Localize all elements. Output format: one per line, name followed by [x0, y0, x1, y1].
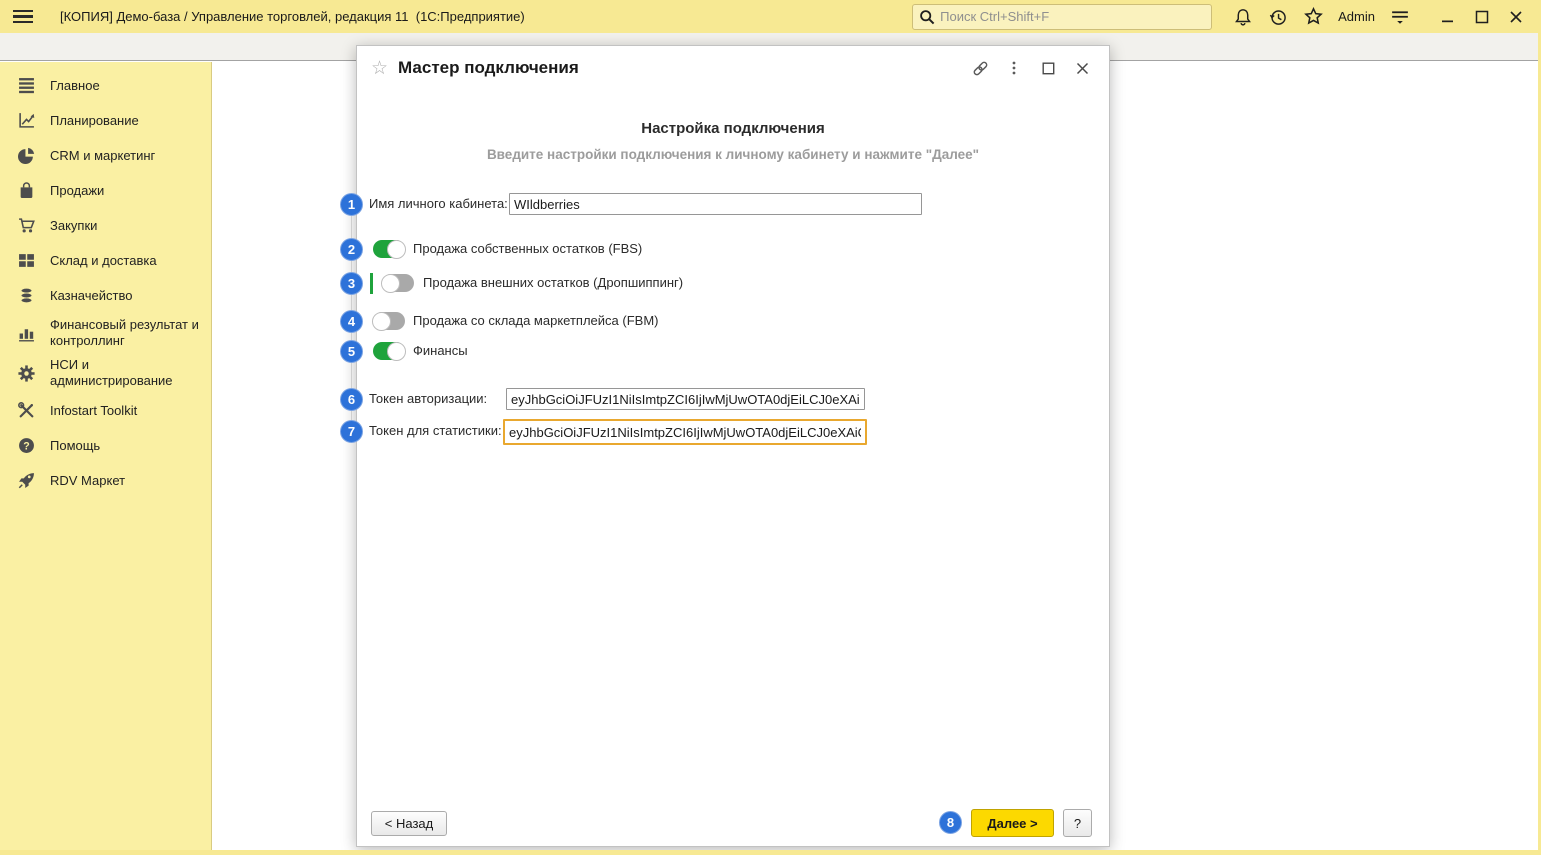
sidebar-item-planirovanie[interactable]: Планирование — [0, 103, 211, 138]
sidebar-item-crm[interactable]: CRM и маркетинг — [0, 138, 211, 173]
step-badge-2: 2 — [340, 238, 363, 261]
sidebar-item-nsi[interactable]: НСИ и администрирование — [0, 353, 211, 393]
fbs-toggle[interactable] — [373, 240, 405, 258]
auth-token-label: Токен авторизации: — [369, 391, 487, 406]
sidebar-item-finrezultat[interactable]: Финансовый результат и контроллинг — [0, 313, 211, 353]
sidebar-item-label: Финансовый результат и контроллинг — [50, 317, 205, 349]
window-maximize-button[interactable] — [1467, 4, 1497, 30]
svg-text:?: ? — [23, 440, 29, 452]
sidebar-item-infostart[interactable]: Infostart Toolkit — [0, 393, 211, 428]
fbm-toggle-label: Продажа со склада маркетплейса (FBM) — [413, 313, 658, 328]
stats-token-label: Токен для статистики: — [369, 423, 502, 438]
sidebar-item-kaznacheystvo[interactable]: Казначейство — [0, 278, 211, 313]
sidebar-item-label: Главное — [50, 78, 100, 94]
sidebar-item-label: Закупки — [50, 218, 97, 234]
sidebar-item-sklad[interactable]: Склад и доставка — [0, 243, 211, 278]
sidebar-item-label: Склад и доставка — [50, 253, 157, 269]
step-badge-8: 8 — [939, 811, 962, 834]
dropshipping-toggle[interactable] — [382, 274, 414, 292]
gear-icon — [17, 364, 35, 382]
pie-chart-icon — [17, 147, 35, 165]
user-menu[interactable]: Admin — [1335, 9, 1378, 24]
next-button[interactable]: Далее > — [971, 809, 1054, 837]
history-icon[interactable] — [1265, 4, 1291, 30]
focus-marker — [370, 273, 373, 294]
sidebar-item-zakupki[interactable]: Закупки — [0, 208, 211, 243]
step-badge-3: 3 — [340, 272, 363, 295]
sidebar-item-rdv-market[interactable]: RDV Маркет — [0, 463, 211, 498]
step-badge-5: 5 — [340, 340, 363, 363]
search-input[interactable] — [940, 9, 1205, 24]
main-hamburger-icon[interactable] — [10, 6, 36, 28]
sidebar-item-label: Помощь — [50, 438, 100, 454]
global-search[interactable] — [912, 4, 1212, 30]
planning-chart-icon — [17, 112, 35, 130]
help-button[interactable]: ? — [1063, 809, 1092, 837]
wizard-heading: Настройка подключения — [357, 120, 1109, 137]
wizard-subtitle: Введите настройки подключения к личному … — [357, 147, 1109, 162]
fbm-toggle[interactable] — [373, 312, 405, 330]
service-menu-icon[interactable] — [1387, 4, 1413, 30]
topbar: [КОПИЯ] Демо-база / Управление торговлей… — [0, 0, 1541, 33]
search-icon — [919, 9, 935, 25]
tools-icon — [17, 402, 35, 420]
sidebar-item-label: Infostart Toolkit — [50, 403, 137, 419]
fbs-toggle-label: Продажа собственных остатков (FBS) — [413, 241, 642, 256]
sidebar-item-pomosch[interactable]: ? Помощь — [0, 428, 211, 463]
cabinet-name-label: Имя личного кабинета: — [369, 196, 508, 211]
bar-chart-icon — [17, 324, 35, 342]
sidebar-item-prodazhi[interactable]: Продажи — [0, 173, 211, 208]
step-badge-1: 1 — [340, 193, 363, 216]
stats-token-input[interactable] — [503, 419, 867, 445]
connection-wizard-dialog: ☆ Мастер подключения Настройка подключен… — [356, 45, 1110, 847]
coins-icon — [17, 287, 35, 305]
favorites-star-icon[interactable] — [1300, 4, 1326, 30]
main-menu-icon — [17, 77, 35, 95]
rocket-icon — [17, 472, 35, 490]
step-badge-7: 7 — [340, 420, 363, 443]
sidebar-item-label: Казначейство — [50, 288, 132, 304]
sidebar-item-label: НСИ и администрирование — [50, 357, 205, 389]
window-close-button[interactable] — [1501, 4, 1531, 30]
help-icon: ? — [17, 437, 35, 455]
step-badge-4: 4 — [340, 310, 363, 333]
cabinet-name-input[interactable] — [509, 193, 922, 215]
back-button[interactable]: < Назад — [371, 811, 447, 836]
sidebar-item-label: Планирование — [50, 113, 139, 129]
dropshipping-toggle-label: Продажа внешних остатков (Дропшиппинг) — [423, 275, 683, 290]
window-frame-bottom — [0, 850, 1541, 855]
sidebar: Главное Планирование CRM и маркетинг Про… — [0, 62, 212, 855]
auth-token-input[interactable] — [506, 388, 865, 410]
sidebar-item-label: RDV Маркет — [50, 473, 125, 489]
window-minimize-button[interactable] — [1433, 4, 1463, 30]
shopping-bag-icon — [17, 182, 35, 200]
sidebar-item-label: Продажи — [50, 183, 104, 199]
sidebar-item-glavnoe[interactable]: Главное — [0, 68, 211, 103]
finances-toggle-label: Финансы — [413, 343, 468, 358]
shopping-cart-icon — [17, 217, 35, 235]
sidebar-item-label: CRM и маркетинг — [50, 148, 155, 164]
step-badge-6: 6 — [340, 388, 363, 411]
app-title: [КОПИЯ] Демо-база / Управление торговлей… — [60, 9, 525, 24]
warehouse-grid-icon — [17, 252, 35, 270]
finances-toggle[interactable] — [373, 342, 405, 360]
notifications-bell-icon[interactable] — [1230, 4, 1256, 30]
